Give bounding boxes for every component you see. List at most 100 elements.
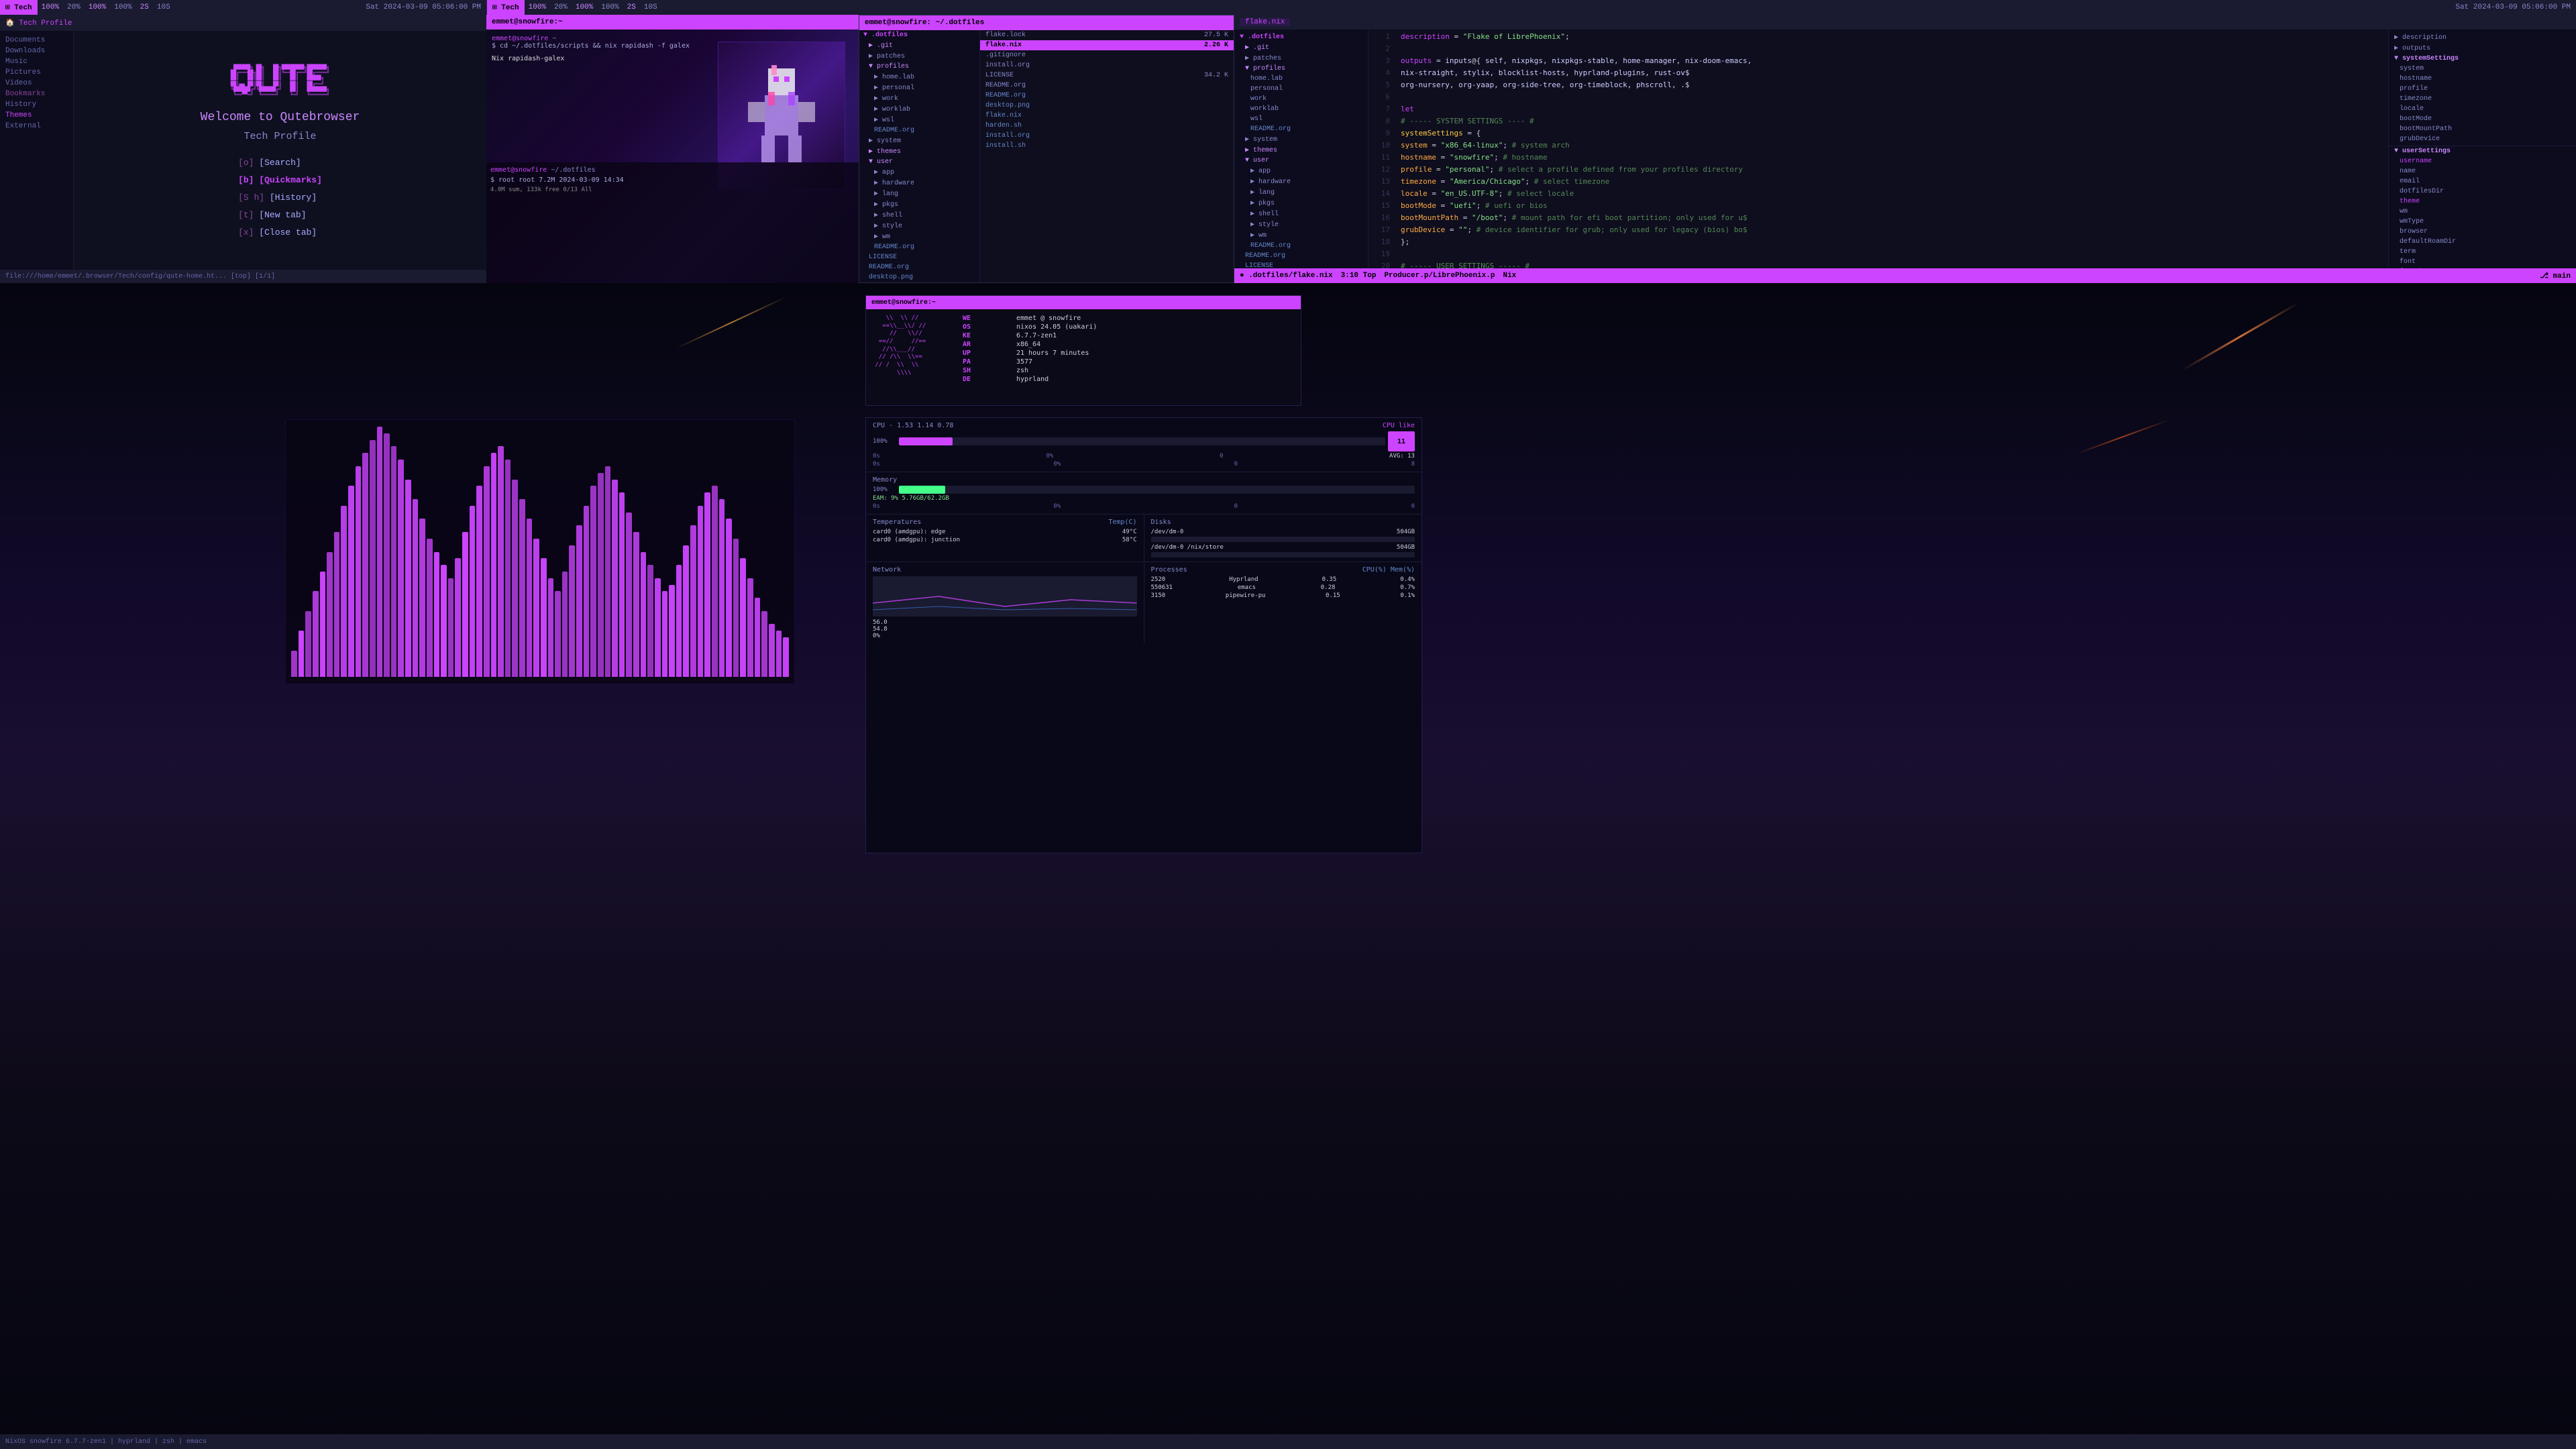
fm-user[interactable]: ▼ user [859, 157, 979, 167]
rtree-bootmode[interactable]: bootMode [2389, 114, 2576, 124]
tree-lang-l[interactable]: ▶ lang [1234, 187, 1368, 198]
fm-file-hardensh[interactable]: harden.sh [980, 121, 1234, 131]
tree-shell-l[interactable]: ▶ shell [1234, 209, 1368, 219]
qute-sidebar-pictures[interactable]: Pictures [0, 67, 73, 78]
fm-work[interactable]: ▶ work [859, 93, 979, 104]
rtree-term[interactable]: term [2389, 247, 2576, 257]
fm-profiles[interactable]: ▼ profiles [859, 62, 979, 72]
rtree-browser[interactable]: browser [2389, 227, 2576, 237]
tree-patches[interactable]: ▶ patches [1234, 53, 1368, 64]
tree-app-l[interactable]: ▶ app [1234, 166, 1368, 176]
fm-file-flakenix2[interactable]: flake.nix [980, 111, 1234, 121]
fm-readme-user[interactable]: README.org [859, 242, 979, 252]
fm-file-flakelock[interactable]: flake.lock27.5 K [980, 30, 1234, 40]
fm-file-installorg2[interactable]: install.org [980, 131, 1234, 141]
fm-patches[interactable]: ▶ patches [859, 51, 979, 62]
tree-homelab-l[interactable]: home.lab [1234, 74, 1368, 84]
fm-readme-profiles[interactable]: README.org [859, 125, 979, 136]
fm-file-readmeorg[interactable]: README.org [980, 80, 1234, 91]
rtree-system[interactable]: system [2389, 64, 2576, 74]
fm-pkgs[interactable]: ▶ pkgs [859, 199, 979, 210]
fm-file-gitignore[interactable]: .gitignore [980, 50, 1234, 60]
fm-hardware[interactable]: ▶ hardware [859, 178, 979, 189]
qute-link-search[interactable]: [o] [Search] [238, 154, 322, 172]
fm-file-desktop[interactable]: desktop.png [980, 101, 1234, 111]
fm-license[interactable]: LICENSE [859, 252, 979, 262]
code-line-2 [1401, 43, 2383, 55]
fm-worklab[interactable]: ▶ worklab [859, 104, 979, 115]
rtree-wmtype[interactable]: wmType [2389, 217, 2576, 227]
qute-sidebar-videos[interactable]: Videos [0, 78, 73, 89]
tree-wm-l[interactable]: ▶ wm [1234, 230, 1368, 241]
fm-git[interactable]: ▶ .git [859, 40, 979, 51]
editor-tab-active[interactable]: flake.nix [1240, 18, 1290, 26]
qute-sidebar-bookmarks[interactable]: Bookmarks [0, 89, 73, 99]
rtree-timezone[interactable]: timezone [2389, 94, 2576, 104]
fm-file-flakenix-selected[interactable]: flake.nix2.26 K [980, 40, 1234, 50]
tree-readme3-l[interactable]: README.org [1234, 251, 1368, 261]
rtree-defaultroamdir[interactable]: defaultRoamDir [2389, 237, 2576, 247]
qute-sidebar-history[interactable]: History [0, 99, 73, 110]
tree-work-l[interactable]: work [1234, 94, 1368, 104]
fm-style[interactable]: ▶ style [859, 221, 979, 231]
tree-dotfiles[interactable]: ▼ .dotfiles [1234, 32, 1368, 42]
fm-homelab[interactable]: ▶ home.lab [859, 72, 979, 83]
tree-profiles-l[interactable]: ▼ profiles [1234, 64, 1368, 74]
fm-file-readme2[interactable]: README.org [980, 91, 1234, 101]
rtree-systemsettings[interactable]: ▼ systemSettings [2389, 54, 2576, 64]
fm-themes[interactable]: ▶ themes [859, 146, 979, 157]
rtree-name[interactable]: name [2389, 166, 2576, 176]
tree-themes-l[interactable]: ▶ themes [1234, 145, 1368, 156]
tree-hardware-l[interactable]: ▶ hardware [1234, 176, 1368, 187]
tree-git[interactable]: ▶ .git [1234, 42, 1368, 53]
fm-root[interactable]: ▼ .dotfiles [859, 30, 979, 40]
qute-sidebar-downloads[interactable]: Downloads [0, 46, 73, 56]
tree-worklab-l[interactable]: worklab [1234, 104, 1368, 114]
fm-file-license[interactable]: LICENSE34.2 K [980, 70, 1234, 80]
rtree-usersettings[interactable]: ▼ userSettings [2389, 146, 2576, 156]
qute-link-quickmarks[interactable]: [b] [Quickmarks] [238, 172, 322, 189]
tree-readme-l[interactable]: README.org [1234, 124, 1368, 134]
rtree-theme[interactable]: theme [2389, 197, 2576, 207]
rtree-wm[interactable]: wm [2389, 207, 2576, 217]
rtree-profile[interactable]: profile [2389, 84, 2576, 94]
fm-app[interactable]: ▶ app [859, 167, 979, 178]
fm-wm[interactable]: ▶ wm [859, 231, 979, 242]
tree-user-l[interactable]: ▼ user [1234, 156, 1368, 166]
fm-shell[interactable]: ▶ shell [859, 210, 979, 221]
fm-file-installorg[interactable]: install.org [980, 60, 1234, 70]
tree-pkgs-l[interactable]: ▶ pkgs [1234, 198, 1368, 209]
qute-tab-active[interactable]: 🏠 Tech Profile [5, 18, 72, 28]
viz-bar-36 [548, 578, 554, 677]
fm-readme-root[interactable]: README.org [859, 262, 979, 272]
fm-file-installsh[interactable]: install.sh [980, 141, 1234, 151]
tree-personal-l[interactable]: personal [1234, 84, 1368, 94]
fm-system[interactable]: ▶ system [859, 136, 979, 146]
rtree-hostname[interactable]: hostname [2389, 74, 2576, 84]
rtree-description[interactable]: ▶ description [2389, 32, 2576, 43]
rtree-outputs[interactable]: ▶ outputs [2389, 43, 2576, 54]
fm-lang[interactable]: ▶ lang [859, 189, 979, 199]
tree-wsl-l[interactable]: wsl [1234, 114, 1368, 124]
fm-wsl[interactable]: ▶ wsl [859, 115, 979, 125]
tree-license-l[interactable]: LICENSE [1234, 261, 1368, 268]
fm-desktop[interactable]: desktop.png [859, 272, 979, 282]
qute-sidebar-music[interactable]: Music [0, 56, 73, 67]
fm-personal[interactable]: ▶ personal [859, 83, 979, 93]
qute-link-newtab[interactable]: [t] [New tab] [238, 207, 322, 224]
tree-readme2-l[interactable]: README.org [1234, 241, 1368, 251]
rtree-bootmountpath[interactable]: bootMountPath [2389, 124, 2576, 134]
rtree-username[interactable]: username [2389, 156, 2576, 166]
qute-sidebar-themes[interactable]: Themes [0, 110, 73, 121]
tree-system-l[interactable]: ▶ system [1234, 134, 1368, 145]
rtree-locale[interactable]: locale [2389, 104, 2576, 114]
rtree-font[interactable]: font [2389, 257, 2576, 267]
qute-link-history[interactable]: [S h] [History] [238, 189, 322, 207]
rtree-email[interactable]: email [2389, 176, 2576, 186]
qute-sidebar-external[interactable]: External [0, 121, 73, 131]
rtree-dotfilesdir[interactable]: dotfilesDir [2389, 186, 2576, 197]
tree-style-l[interactable]: ▶ style [1234, 219, 1368, 230]
qute-sidebar-documents[interactable]: Documents [0, 35, 73, 46]
qute-link-closetab[interactable]: [x] [Close tab] [238, 224, 322, 241]
rtree-grubdevice[interactable]: grubDevice [2389, 134, 2576, 144]
